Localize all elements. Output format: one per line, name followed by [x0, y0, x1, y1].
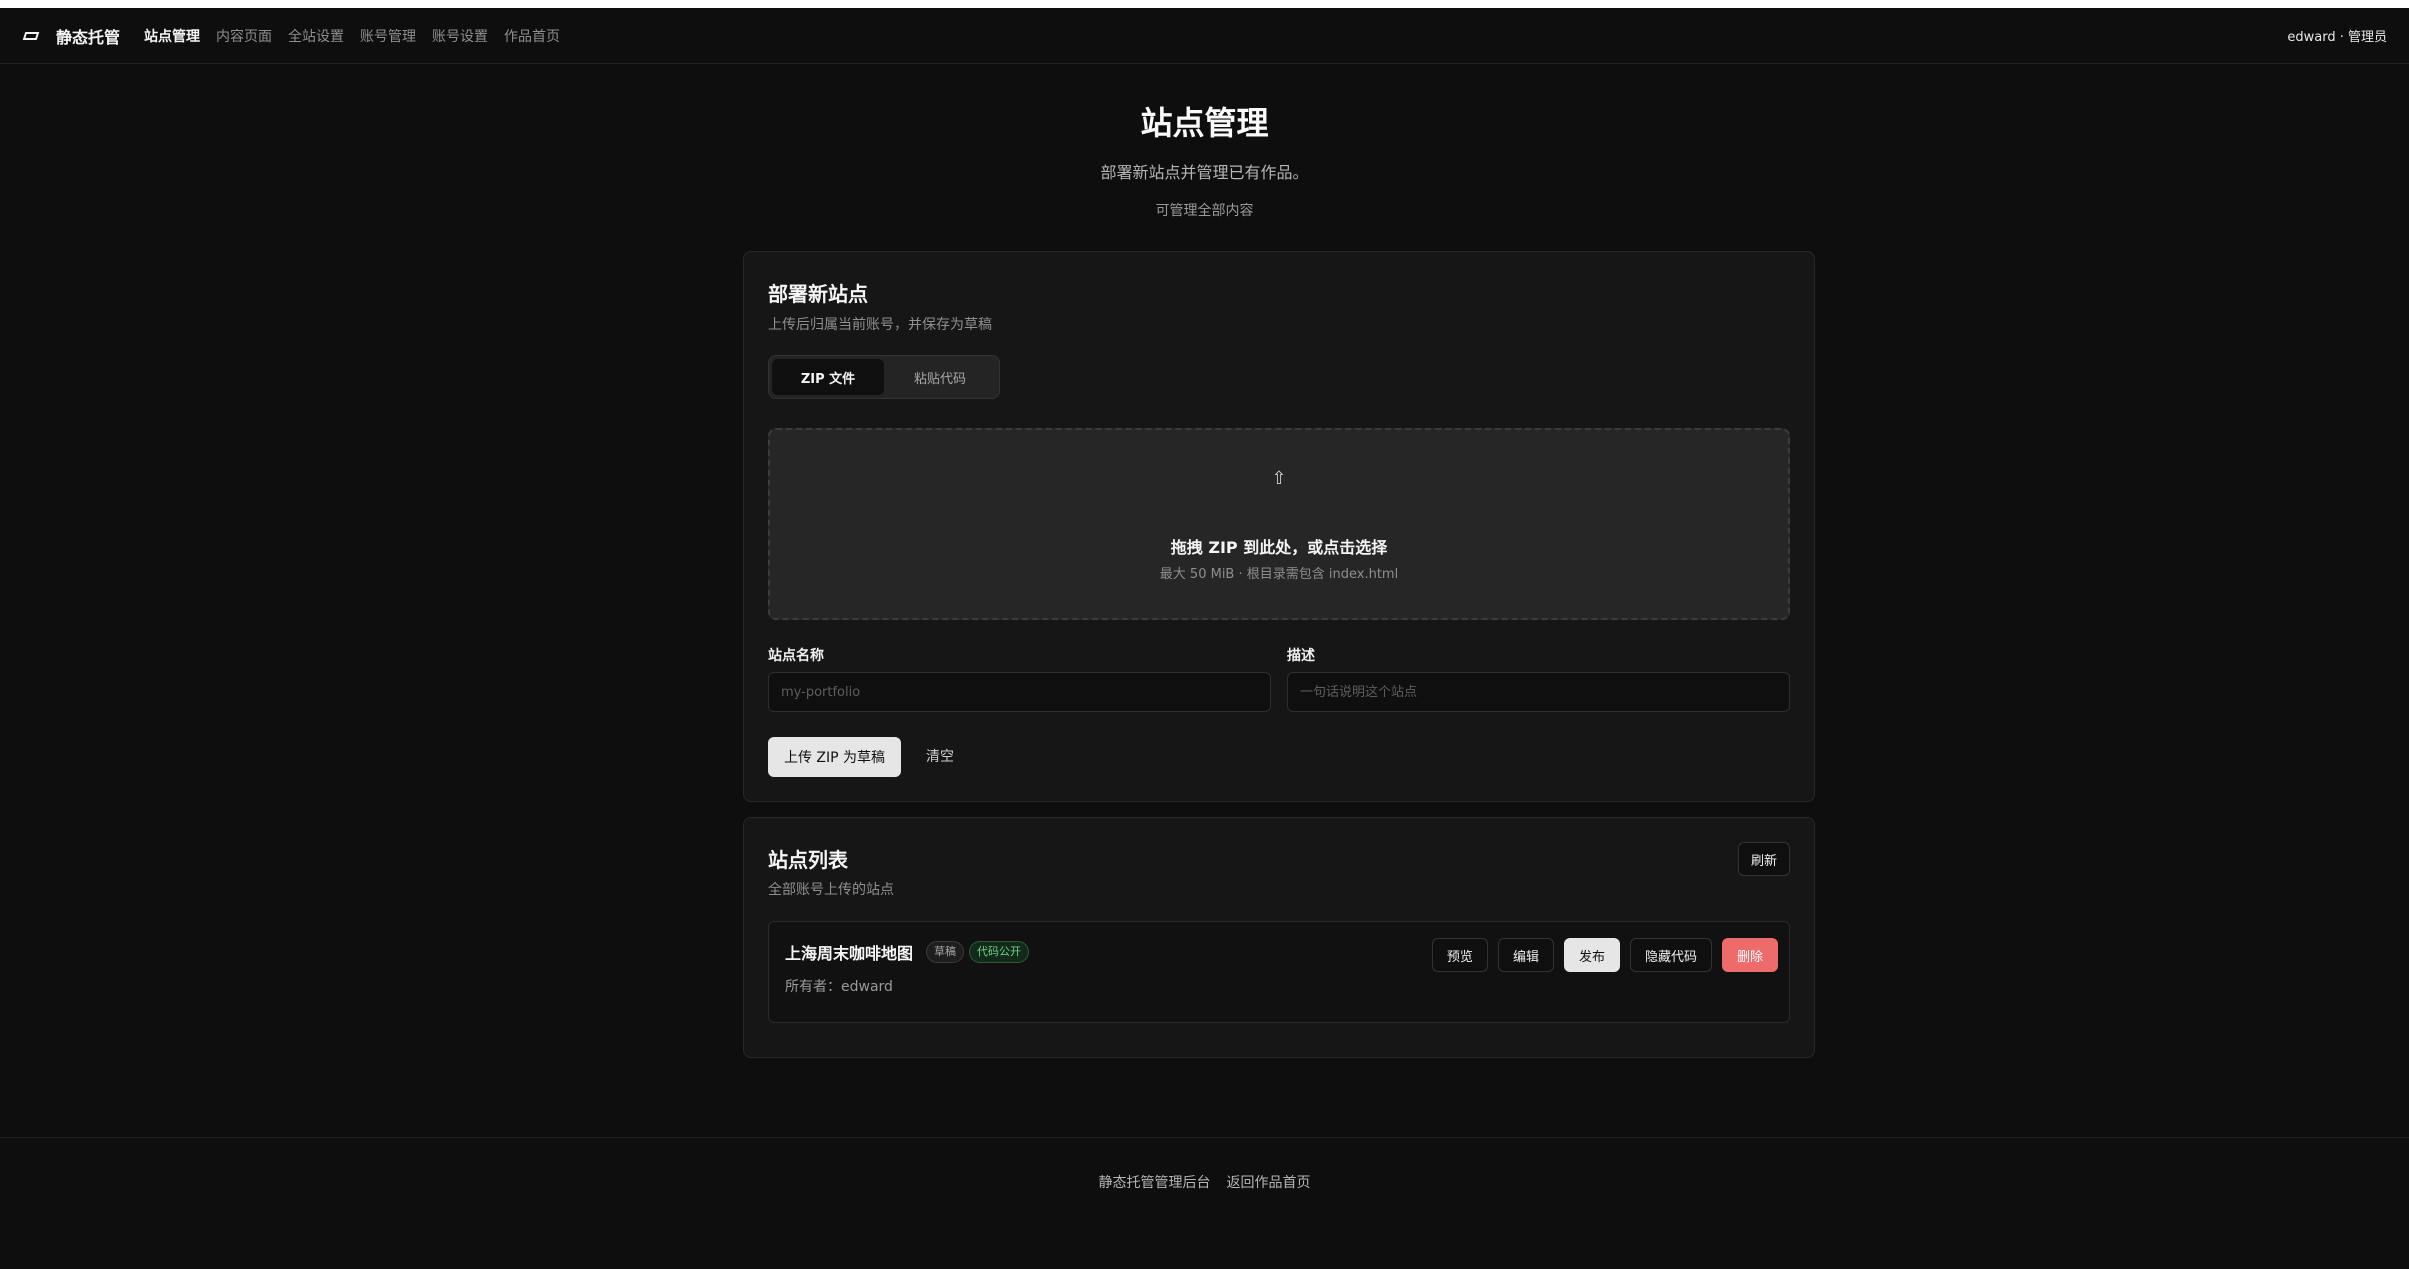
site-actions: 预览 编辑 发布 隐藏代码 删除 [1431, 938, 1778, 972]
draft-badge: 草稿 [926, 941, 964, 963]
tab-zip-file[interactable]: ZIP 文件 [772, 359, 884, 395]
brand-name: 静态托管 [56, 27, 121, 47]
app-window: 静态托管 站点管理 内容页面 全站设置 账号管理 账号设置 作品首页 edwar… [0, 8, 2409, 1269]
zip-dropzone[interactable]: ⇧ 拖拽 ZIP 到此处，或点击选择 最大 50 MiB · 根目录需包含 in… [768, 428, 1790, 620]
upload-mode-tabs: ZIP 文件 粘贴代码 [768, 355, 1000, 399]
top-nav: 静态托管 站点管理 内容页面 全站设置 账号管理 账号设置 作品首页 edwar… [0, 8, 2409, 64]
code-public-badge: 代码公开 [969, 941, 1029, 963]
page-subtitle: 部署新站点并管理已有作品。 [1100, 163, 1309, 182]
nav-link-site-settings[interactable]: 全站设置 [288, 26, 344, 46]
user-info[interactable]: edward · 管理员 [2287, 26, 2387, 45]
upload-icon: ⇧ [1271, 468, 1287, 489]
site-list-card: 站点列表 全部账号上传的站点 刷新 上海周末咖啡地图 草稿 代码公开 所有者：e… [743, 817, 1815, 1058]
edit-button[interactable]: 编辑 [1497, 938, 1554, 972]
description-label: 描述 [1287, 648, 1315, 664]
description-input[interactable] [1287, 672, 1790, 712]
nav-link-content-pages[interactable]: 内容页面 [216, 26, 272, 46]
nav-link-account-management[interactable]: 账号管理 [360, 26, 416, 46]
site-name-input[interactable] [768, 672, 1271, 712]
site-name: 上海周末咖啡地图 [785, 944, 914, 963]
footer: 静态托管管理后台 返回作品首页 [0, 1137, 2409, 1269]
site-owner: 所有者：edward [785, 979, 893, 995]
dropzone-hint: 最大 50 MiB · 根目录需包含 index.html [1159, 567, 1399, 582]
nav-link-works-home[interactable]: 作品首页 [504, 26, 560, 46]
publish-button[interactable]: 发布 [1563, 938, 1620, 972]
brand[interactable]: 静态托管 [22, 24, 120, 48]
deploy-title: 部署新站点 [768, 282, 868, 306]
nav-link-sites[interactable]: 站点管理 [144, 26, 200, 46]
site-list-title: 站点列表 [768, 848, 848, 872]
page-title: 站点管理 [1140, 104, 1269, 142]
logo-icon [22, 31, 40, 40]
nav-links: 站点管理 内容页面 全站设置 账号管理 账号设置 作品首页 [144, 26, 560, 46]
dropzone-title: 拖拽 ZIP 到此处，或点击选择 [1170, 538, 1388, 557]
preview-button[interactable]: 预览 [1431, 938, 1488, 972]
nav-link-account-settings[interactable]: 账号设置 [432, 26, 488, 46]
permission-note: 可管理全部内容 [1155, 203, 1254, 219]
site-name-label: 站点名称 [768, 648, 824, 664]
upload-zip-draft-button[interactable]: 上传 ZIP 为草稿 [768, 737, 901, 777]
deploy-card: 部署新站点 上传后归属当前账号，并保存为草稿 ZIP 文件 粘贴代码 ⇧ 拖拽 … [743, 251, 1815, 802]
site-list-desc: 全部账号上传的站点 [768, 882, 894, 898]
footer-home-link[interactable]: 返回作品首页 [1227, 1172, 1311, 1269]
delete-button[interactable]: 删除 [1721, 938, 1778, 972]
refresh-button[interactable]: 刷新 [1738, 842, 1790, 876]
site-row: 上海周末咖啡地图 草稿 代码公开 所有者：edward 预览 编辑 发布 隐藏代… [768, 921, 1790, 1023]
footer-admin-link[interactable]: 静态托管管理后台 [1099, 1172, 1211, 1269]
tab-paste-code[interactable]: 粘贴代码 [884, 359, 996, 395]
clear-button[interactable]: 清空 [926, 737, 954, 777]
deploy-desc: 上传后归属当前账号，并保存为草稿 [768, 317, 992, 333]
hide-code-button[interactable]: 隐藏代码 [1629, 938, 1712, 972]
